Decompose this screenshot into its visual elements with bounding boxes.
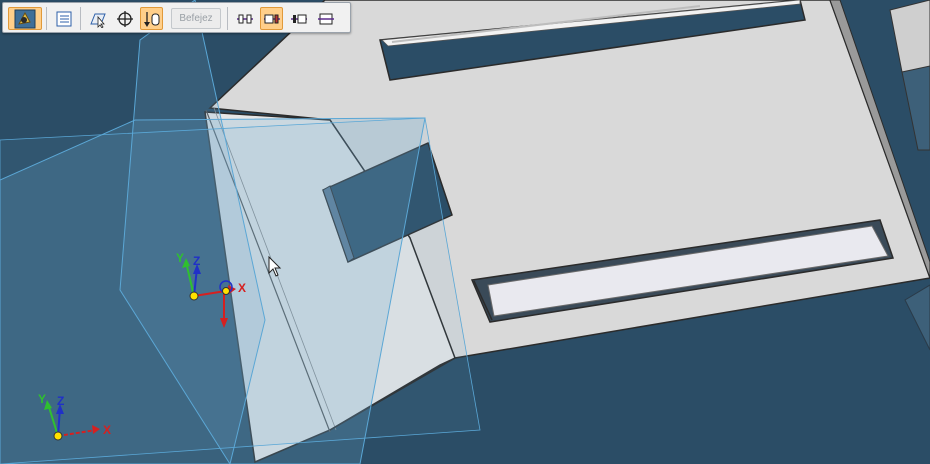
command-toolbar: Befejez xyxy=(2,2,351,33)
keypoint-target-button[interactable] xyxy=(113,7,136,30)
base-y-label: Y xyxy=(38,392,46,406)
keypoint-target-icon xyxy=(116,10,133,27)
base-x-label: X xyxy=(103,423,111,437)
properties-list-icon xyxy=(56,11,71,26)
properties-list-button[interactable] xyxy=(52,7,75,30)
base-z-label: Z xyxy=(57,394,64,408)
align-both-sides-button[interactable] xyxy=(233,7,256,30)
finish-button[interactable]: Befejez xyxy=(171,8,221,29)
select-plane-icon xyxy=(89,13,106,28)
align-center-button[interactable] xyxy=(314,7,337,30)
base-origin xyxy=(53,431,63,441)
align-center-icon xyxy=(317,13,334,24)
part-view-icon xyxy=(14,9,36,28)
triad-y-label: Y xyxy=(176,251,184,265)
align-right-icon xyxy=(263,14,280,23)
triad-x-label: X xyxy=(238,281,246,295)
triad-origin[interactable] xyxy=(189,291,199,301)
side-direction-button[interactable] xyxy=(140,7,163,30)
align-left-button[interactable] xyxy=(287,7,310,30)
side-direction-icon xyxy=(143,11,159,27)
align-right-button[interactable] xyxy=(260,7,283,30)
triad-z-label: Z xyxy=(193,254,200,268)
align-left-icon xyxy=(290,14,307,23)
mouse-cursor-icon xyxy=(268,256,282,277)
select-plane-button[interactable] xyxy=(86,7,109,30)
align-both-sides-icon xyxy=(236,14,253,23)
part-view-button[interactable] xyxy=(8,7,42,30)
3d-viewport[interactable]: Y Z X Y Z X xyxy=(0,0,930,464)
